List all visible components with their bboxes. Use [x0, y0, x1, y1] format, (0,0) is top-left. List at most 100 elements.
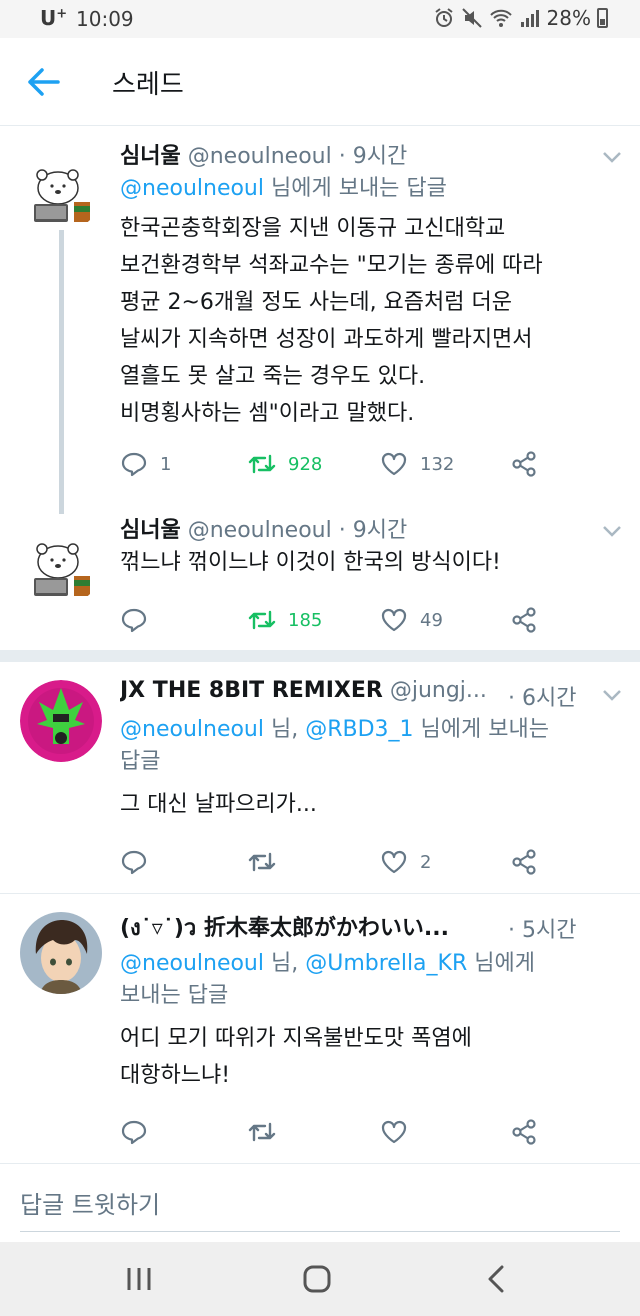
tweet[interactable]: 심너울 @neoulneoul · 9시간 꺾느냐 꺾이느냐 이것이 한국의 방… — [0, 500, 640, 648]
tweet[interactable]: 심너울 @neoulneoul · 9시간 @neoulneoul 님에게 보내… — [0, 126, 640, 514]
chevron-down-icon[interactable] — [602, 524, 622, 538]
reply-icon — [121, 1120, 147, 1145]
display-name[interactable]: JX THE 8BIT REMIXER — [120, 678, 383, 703]
user-handle[interactable]: @neoulneoul — [188, 518, 332, 543]
section-divider — [0, 650, 640, 662]
retweet-button[interactable] — [248, 1118, 288, 1146]
retweet-count: 928 — [288, 453, 323, 475]
display-name[interactable]: 심너울 — [120, 144, 181, 169]
separator-dot: · — [508, 918, 515, 943]
avatar[interactable] — [20, 524, 102, 606]
signal-icon — [520, 10, 539, 27]
arrow-left-icon[interactable] — [26, 66, 60, 98]
share-button[interactable] — [510, 606, 538, 634]
retweet-button[interactable] — [248, 848, 288, 876]
tweet-header: 심너울 @neoulneoul · 9시간 — [120, 512, 590, 546]
chevron-down-icon[interactable] — [602, 150, 622, 164]
tweet-time: 6시간 — [522, 686, 577, 711]
tweet-time-group: · 5시간 — [508, 912, 576, 944]
share-icon — [512, 1119, 536, 1145]
like-count: 132 — [420, 453, 455, 475]
user-handle[interactable]: @jungj... — [390, 678, 487, 703]
like-button[interactable]: 2 — [380, 848, 431, 876]
reply-context-text: 님에게 보내는 — [413, 717, 549, 742]
like-button[interactable]: 132 — [380, 450, 454, 478]
display-name[interactable]: (ง˙▿˙)ว 折木奉太郎がかわいい... — [120, 916, 449, 941]
status-icons: 28% — [433, 6, 608, 30]
tweet-text-line: 어디 모기 따위가 지옥불반도맛 폭염에 — [120, 1026, 472, 1051]
tweet-time: 9시간 — [352, 144, 408, 169]
tweet-time: 9시간 — [352, 518, 408, 543]
reply-context-text: 답글 — [120, 749, 161, 774]
retweet-button[interactable]: 185 — [248, 606, 322, 634]
reply-context-text: 님, — [264, 951, 306, 976]
bear-avatar-icon — [20, 524, 100, 604]
tweet-actions: 2 — [120, 848, 640, 878]
tweet-actions — [120, 1118, 640, 1148]
recent-apps-icon[interactable] — [122, 1264, 156, 1294]
tweet-text: 한국곤충학회장을 지낸 이동규 고신대학교 보건환경학부 석좌교수는 "모기는 … — [120, 210, 610, 432]
page-title: 스레드 — [112, 70, 184, 100]
home-icon[interactable] — [300, 1264, 334, 1294]
reply-button[interactable] — [120, 606, 160, 634]
back-nav-icon[interactable] — [480, 1264, 514, 1294]
share-button[interactable] — [510, 848, 538, 876]
display-name[interactable]: 심너울 — [120, 518, 181, 543]
tweet-text: 어디 모기 따위가 지옥불반도맛 폭염에 대항하느냐! — [120, 1020, 610, 1094]
mention-link[interactable]: @neoulneoul — [120, 176, 264, 201]
retweet-button[interactable]: 928 — [248, 450, 322, 478]
separator-dot: · — [508, 686, 515, 711]
reply-icon — [121, 850, 147, 875]
tweet-text-line: 그 대신 날파으리가... — [120, 792, 317, 817]
tweet-actions: 185 49 — [120, 606, 640, 636]
tweet[interactable]: JX THE 8BIT REMIXER @jungj... · 6시간 @neo… — [0, 662, 640, 892]
tweet-actions: 1 928 132 — [120, 450, 640, 480]
reply-button[interactable] — [120, 848, 160, 876]
share-button[interactable] — [510, 1118, 538, 1146]
reply-context-text: 님, — [264, 717, 306, 742]
status-bar: U+ 10:09 28% — [0, 0, 640, 38]
user-handle[interactable]: @neoulneoul — [188, 144, 332, 169]
reply-input[interactable]: 답글 트윗하기 — [20, 1178, 620, 1232]
reply-context-text: 님에게 — [467, 951, 535, 976]
tweet-header: 심너울 @neoulneoul · 9시간 — [120, 138, 590, 172]
reply-context-text: 님에게 보내는 답글 — [264, 176, 447, 201]
thread-connector — [59, 230, 64, 514]
character-avatar-icon — [20, 680, 102, 762]
tweet-header: (ง˙▿˙)ว 折木奉太郎がかわいい... — [120, 910, 490, 944]
reply-button[interactable] — [120, 1118, 160, 1146]
chevron-down-icon[interactable] — [602, 688, 622, 702]
tweet-text-line: 보건환경학부 석좌교수는 "모기는 종류에 따라 — [120, 253, 543, 278]
reply-count: 1 — [160, 453, 172, 475]
mention-link[interactable]: @neoulneoul — [120, 717, 264, 742]
retweet-icon — [248, 1122, 276, 1142]
reply-button[interactable]: 1 — [120, 450, 171, 478]
like-button[interactable]: 49 — [380, 606, 443, 634]
mention-link[interactable]: @RBD3_1 — [305, 717, 413, 742]
avatar[interactable] — [20, 680, 102, 762]
reply-composer: 답글 트윗하기 — [0, 1164, 640, 1242]
reply-context: @neoulneoul 님에게 보내는 답글 — [120, 173, 600, 205]
retweet-count: 185 — [288, 609, 323, 631]
tweet-text-line: 평균 2~6개월 정도 사는데, 요즘처럼 더운 — [120, 290, 512, 315]
reply-icon — [121, 608, 147, 633]
heart-icon — [381, 850, 407, 874]
carrier-label: U+ — [40, 6, 68, 30]
wifi-icon — [489, 9, 512, 27]
mention-link[interactable]: @neoulneoul — [120, 951, 264, 976]
heart-icon — [381, 452, 407, 476]
mention-link[interactable]: @Umbrella_KR — [305, 951, 467, 976]
avatar[interactable] — [20, 150, 102, 232]
reply-context: @neoulneoul 님, @Umbrella_KR 님에게 보내는 답글 — [120, 948, 600, 1012]
avatar[interactable] — [20, 912, 102, 994]
separator-dot: · — [338, 518, 346, 543]
retweet-icon — [248, 610, 276, 630]
tweet-time-group: · 6시간 — [508, 680, 576, 712]
tweet[interactable]: (ง˙▿˙)ว 折木奉太郎がかわいい... · 5시간 @neoulneoul … — [0, 894, 640, 1162]
tweet-time: 5시간 — [522, 918, 577, 943]
tweet-text-line: 꺾느냐 꺾이느냐 이것이 한국의 방식이다! — [120, 550, 501, 575]
like-button[interactable] — [380, 1118, 420, 1146]
like-count: 2 — [420, 851, 432, 873]
status-time: 10:09 — [76, 7, 134, 31]
share-button[interactable] — [510, 450, 538, 478]
